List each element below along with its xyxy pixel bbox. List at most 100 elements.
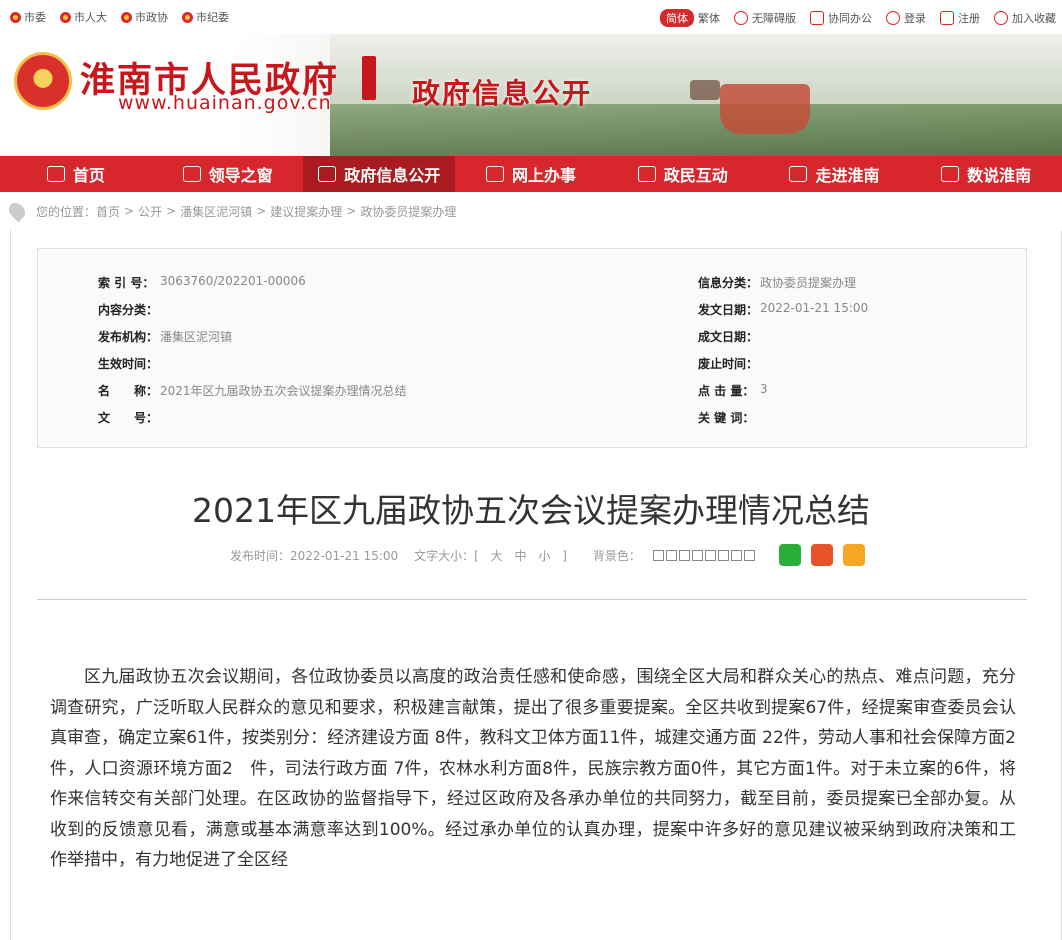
top-link-discipline[interactable]: 市纪委 xyxy=(182,9,229,25)
nav-item-services[interactable]: 网上办事 xyxy=(455,156,607,192)
breadcrumb-link[interactable]: 潘集区泥河镇 xyxy=(180,203,252,220)
banner-boat-small xyxy=(690,80,720,100)
nav-item-about[interactable]: 走进淮南 xyxy=(759,156,911,192)
nav-item-label: 领导之窗 xyxy=(208,166,273,185)
breadcrumb-link[interactable]: 首页 xyxy=(96,203,120,220)
bg-swatch[interactable] xyxy=(652,549,664,561)
nav-item-label: 政府信息公开 xyxy=(344,166,441,185)
top-link-label: 市政协 xyxy=(135,11,168,24)
bg-swatch[interactable] xyxy=(743,549,755,561)
meta-value: 3063760/202201-00006 xyxy=(160,274,306,288)
bg-swatch[interactable] xyxy=(678,549,690,561)
login-button[interactable]: 登录 xyxy=(886,10,926,26)
accessible-label: 无障碍版 xyxy=(752,12,796,25)
meta-written-date: 成文日期： xyxy=(698,328,760,345)
article-title: 2021年区九届政协五次会议提案办理情况总结 xyxy=(192,491,870,530)
top-link-label: 市人大 xyxy=(74,11,107,24)
top-link-cppcc[interactable]: 市政协 xyxy=(121,9,168,25)
breadcrumb-link[interactable]: 政协委员提案办理 xyxy=(360,203,456,220)
meta-value: 3 xyxy=(760,382,768,396)
meta-content-category: 内容分类： xyxy=(98,301,160,318)
breadcrumb: 您的位置： 首页 > 公开 > 潘集区泥河镇 > 建议提案办理 > 政协委员提案办理 xyxy=(5,199,456,223)
party-emblem-icon xyxy=(182,11,193,23)
location-pin-icon xyxy=(5,199,29,223)
nav-item-data[interactable]: 数说淮南 xyxy=(910,156,1062,192)
breadcrumb-link[interactable]: 公开 xyxy=(138,203,162,220)
meta-value: 2021年区九届政协五次会议提案办理情况总结 xyxy=(160,384,407,398)
nav-item-interaction[interactable]: 政民互动 xyxy=(607,156,759,192)
traditional-button[interactable]: 繁体 xyxy=(698,10,720,26)
nav-item-label: 网上办事 xyxy=(512,166,577,185)
breadcrumb-prefix: 您的位置： xyxy=(36,204,97,219)
font-size-small-button[interactable]: 小 xyxy=(538,549,550,563)
meta-expiry-date: 废止时间： xyxy=(698,355,760,372)
cppcc-emblem-icon xyxy=(121,11,132,23)
meta-index: 索 引 号： 3063760/202201-00006 xyxy=(98,274,306,291)
home-icon xyxy=(46,166,65,182)
nav-item-home[interactable]: 首页 xyxy=(0,156,152,192)
top-link-congress[interactable]: 市人大 xyxy=(60,9,107,25)
party-emblem-icon xyxy=(10,11,21,23)
font-size-medium-button[interactable]: 中 xyxy=(515,549,527,563)
bar-chart-icon xyxy=(941,166,960,182)
national-emblem-icon xyxy=(60,11,71,23)
bg-swatch[interactable] xyxy=(704,549,716,561)
meta-issue-date: 发文日期： 2022-01-21 15:00 xyxy=(698,301,868,318)
register-label: 注册 xyxy=(958,12,980,25)
nav-item-label: 首页 xyxy=(72,166,105,185)
bg-swatch[interactable] xyxy=(730,549,742,561)
wechat-share-icon[interactable] xyxy=(778,544,801,566)
meta-effective-date: 生效时间： xyxy=(98,355,160,372)
nav-item-label: 政民互动 xyxy=(663,166,728,185)
font-size-control: 文字大小：[ 大 中 小 ] xyxy=(410,547,571,564)
bg-swatch[interactable] xyxy=(665,549,677,561)
weibo-share-icon[interactable] xyxy=(810,544,833,566)
meta-key: 内容分类： xyxy=(98,303,159,317)
simplified-button[interactable]: 简体 xyxy=(660,9,694,27)
meta-key: 生效时间： xyxy=(98,357,159,371)
nav-item-leaders[interactable]: 领导之窗 xyxy=(152,156,304,192)
office-label: 协同办公 xyxy=(828,12,872,25)
nav-item-label: 走进淮南 xyxy=(815,166,880,185)
meta-key: 废止时间： xyxy=(698,357,759,371)
top-right-tools: 简体 繁体 无障碍版 协同办公 登录 注册 加入收藏 xyxy=(660,9,1056,27)
banner-boat xyxy=(720,84,810,134)
wheelchair-icon xyxy=(734,11,748,25)
meta-key: 成文日期： xyxy=(698,330,759,344)
article-toolbar: 发布时间：2022-01-21 15:00 文字大小：[ 大 中 小 ] 背景色… xyxy=(230,544,865,566)
main-nav: 首页 领导之窗 政府信息公开 网上办事 政民互动 走进淮南 数说淮南 xyxy=(0,156,1062,192)
meta-value: 2022-01-21 15:00 xyxy=(760,301,869,315)
top-link-label: 市委 xyxy=(24,11,46,24)
meta-key: 名 称： xyxy=(98,384,159,398)
national-emblem-logo[interactable] xyxy=(14,52,72,110)
meta-key: 发文日期： xyxy=(698,303,759,317)
book-icon xyxy=(789,166,808,182)
font-size-large-button[interactable]: 大 xyxy=(491,549,503,563)
bg-swatch[interactable] xyxy=(717,549,729,561)
bg-swatch[interactable] xyxy=(691,549,703,561)
register-button[interactable]: 注册 xyxy=(940,10,980,26)
breadcrumb-link[interactable]: 建议提案办理 xyxy=(270,203,342,220)
meta-value: 政协委员提案办理 xyxy=(760,276,857,290)
meta-keywords: 关 键 词： xyxy=(698,409,760,426)
meta-value: 潘集区泥河镇 xyxy=(160,330,233,344)
font-size-label: 文字大小：[ xyxy=(414,548,479,563)
monitor-icon xyxy=(810,11,824,25)
font-size-bracket: ] xyxy=(562,548,567,563)
top-link-party[interactable]: 市委 xyxy=(10,9,46,25)
bg-color-label: 背景色： xyxy=(592,548,641,563)
article-body: 区九届政协五次会议期间，各位政协委员以高度的政治责任感和使命感，围绕全区大局和群… xyxy=(50,667,1033,870)
accessible-button[interactable]: 无障碍版 xyxy=(734,10,796,26)
meta-name: 名 称： 2021年区九届政协五次会议提案办理情况总结 xyxy=(98,382,407,399)
section-title: 政府信息公开 xyxy=(412,77,593,110)
publish-time: 发布时间：2022-01-21 15:00 xyxy=(230,548,399,563)
favorite-button[interactable]: 加入收藏 xyxy=(994,10,1056,26)
office-button[interactable]: 协同办公 xyxy=(810,10,872,26)
nav-item-disclosure[interactable]: 政府信息公开 xyxy=(303,156,456,192)
meta-publisher: 发布机构： 潘集区泥河镇 xyxy=(98,328,232,345)
meta-doc-number: 文 号： xyxy=(98,409,160,426)
meta-key: 点 击 量： xyxy=(698,384,755,398)
favorite-share-icon[interactable] xyxy=(842,544,865,566)
computer-icon xyxy=(486,166,504,182)
chat-icon xyxy=(637,166,656,182)
